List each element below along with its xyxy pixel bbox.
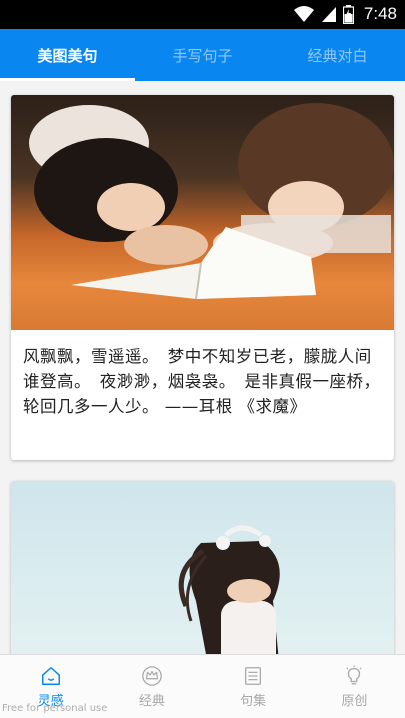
list-icon: [245, 666, 262, 685]
crown-icon: [142, 665, 162, 686]
status-bar: 7:48: [0, 0, 405, 29]
nav-item-juji[interactable]: 句集: [203, 655, 304, 718]
status-icons: 7:48: [293, 4, 397, 24]
quote-text: 风飘飘，雪遥遥。 梦中不知岁已老，朦胧人间谁登高。 夜渺渺，烟袅袅。 是非真假一…: [23, 347, 381, 416]
home-icon: [41, 666, 60, 685]
battery-icon: [342, 4, 354, 24]
bulb-icon: [346, 664, 363, 684]
quote-card[interactable]: [11, 481, 394, 654]
nav-label: 句集: [240, 693, 267, 709]
nav-item-yuanchuang[interactable]: 原创: [304, 655, 405, 718]
tab-meitu-meiju[interactable]: 美图美句: [0, 29, 135, 81]
wifi-icon: [293, 6, 314, 22]
top-tab-bar: 美图美句 手写句子 经典对白: [0, 29, 405, 81]
tab-shouxie-juzi[interactable]: 手写句子: [135, 29, 270, 81]
card-photo: [11, 481, 394, 654]
status-time: 7:48: [363, 4, 397, 23]
nav-item-jingdian[interactable]: 经典: [101, 655, 202, 718]
tab-jingdian-duibai[interactable]: 经典对白: [270, 29, 405, 81]
signal-icon: [321, 7, 336, 22]
nav-label: 经典: [138, 693, 165, 709]
watermark: Free for personal use: [2, 703, 108, 714]
quote-card[interactable]: 风飘飘，雪遥遥。 梦中不知岁已老，朦胧人间谁登高。 夜渺渺，烟袅袅。 是非真假一…: [11, 95, 394, 460]
content-feed[interactable]: 风飘飘，雪遥遥。 梦中不知岁已老，朦胧人间谁登高。 夜渺渺，烟袅袅。 是非真假一…: [0, 81, 405, 654]
card-photo: [11, 95, 394, 330]
nav-label: 原创: [341, 693, 368, 709]
